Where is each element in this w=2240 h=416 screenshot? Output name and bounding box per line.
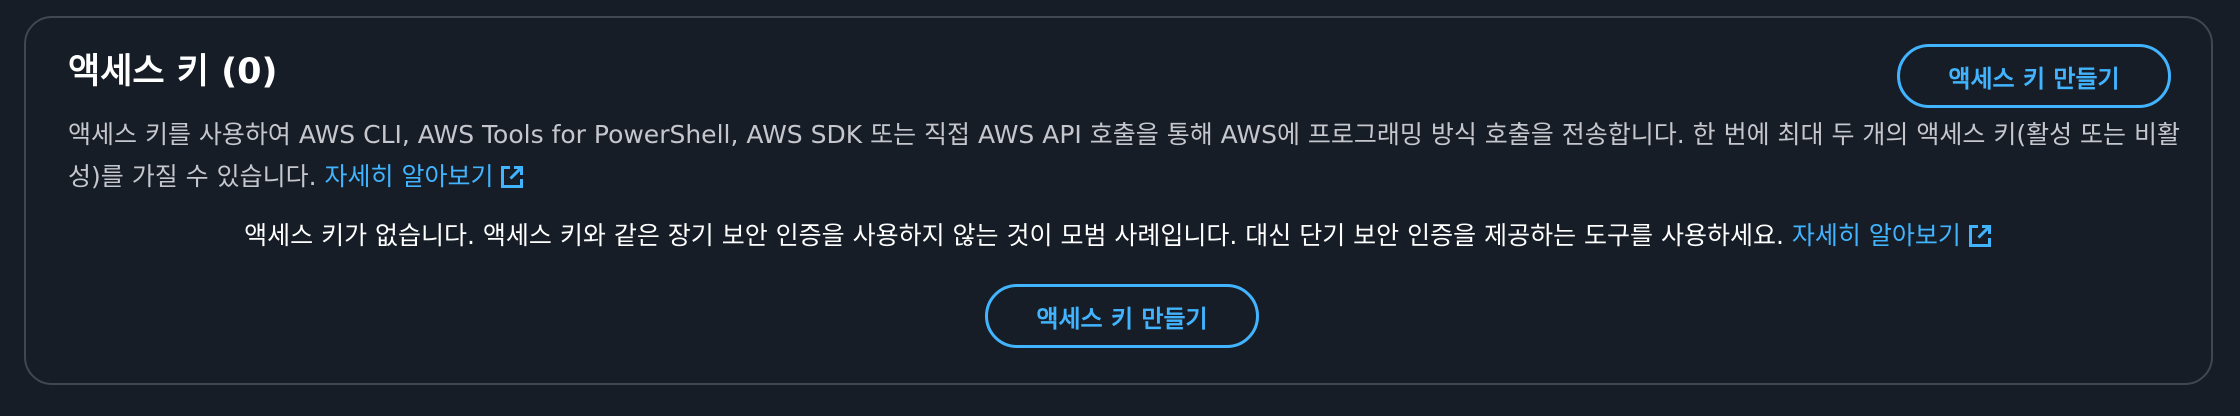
create-access-key-button[interactable]: 액세스 키 만들기	[1897, 44, 2171, 108]
external-link-icon	[499, 164, 525, 190]
access-keys-container: 액세스 키 (0) 액세스 키 만들기 액세스 키를 사용하여 AWS CLI,…	[24, 16, 2213, 385]
empty-state-learn-more-label: 자세히 알아보기	[1791, 221, 1961, 250]
empty-state-text: 액세스 키가 없습니다. 액세스 키와 같은 장기 보안 인증을 사용하지 않는…	[244, 221, 1784, 250]
learn-more-link[interactable]: 자세히 알아보기	[325, 162, 526, 191]
empty-state-learn-more-link[interactable]: 자세히 알아보기	[1792, 221, 1993, 250]
empty-state-message: 액세스 키가 없습니다. 액세스 키와 같은 장기 보안 인증을 사용하지 않는…	[26, 215, 2211, 257]
section-description: 액세스 키를 사용하여 AWS CLI, AWS Tools for Power…	[68, 114, 2198, 198]
external-link-icon	[1967, 223, 1993, 249]
learn-more-label: 자세히 알아보기	[324, 162, 494, 191]
empty-state-create-access-key-button[interactable]: 액세스 키 만들기	[985, 284, 1259, 348]
section-title: 액세스 키 (0)	[68, 52, 278, 92]
